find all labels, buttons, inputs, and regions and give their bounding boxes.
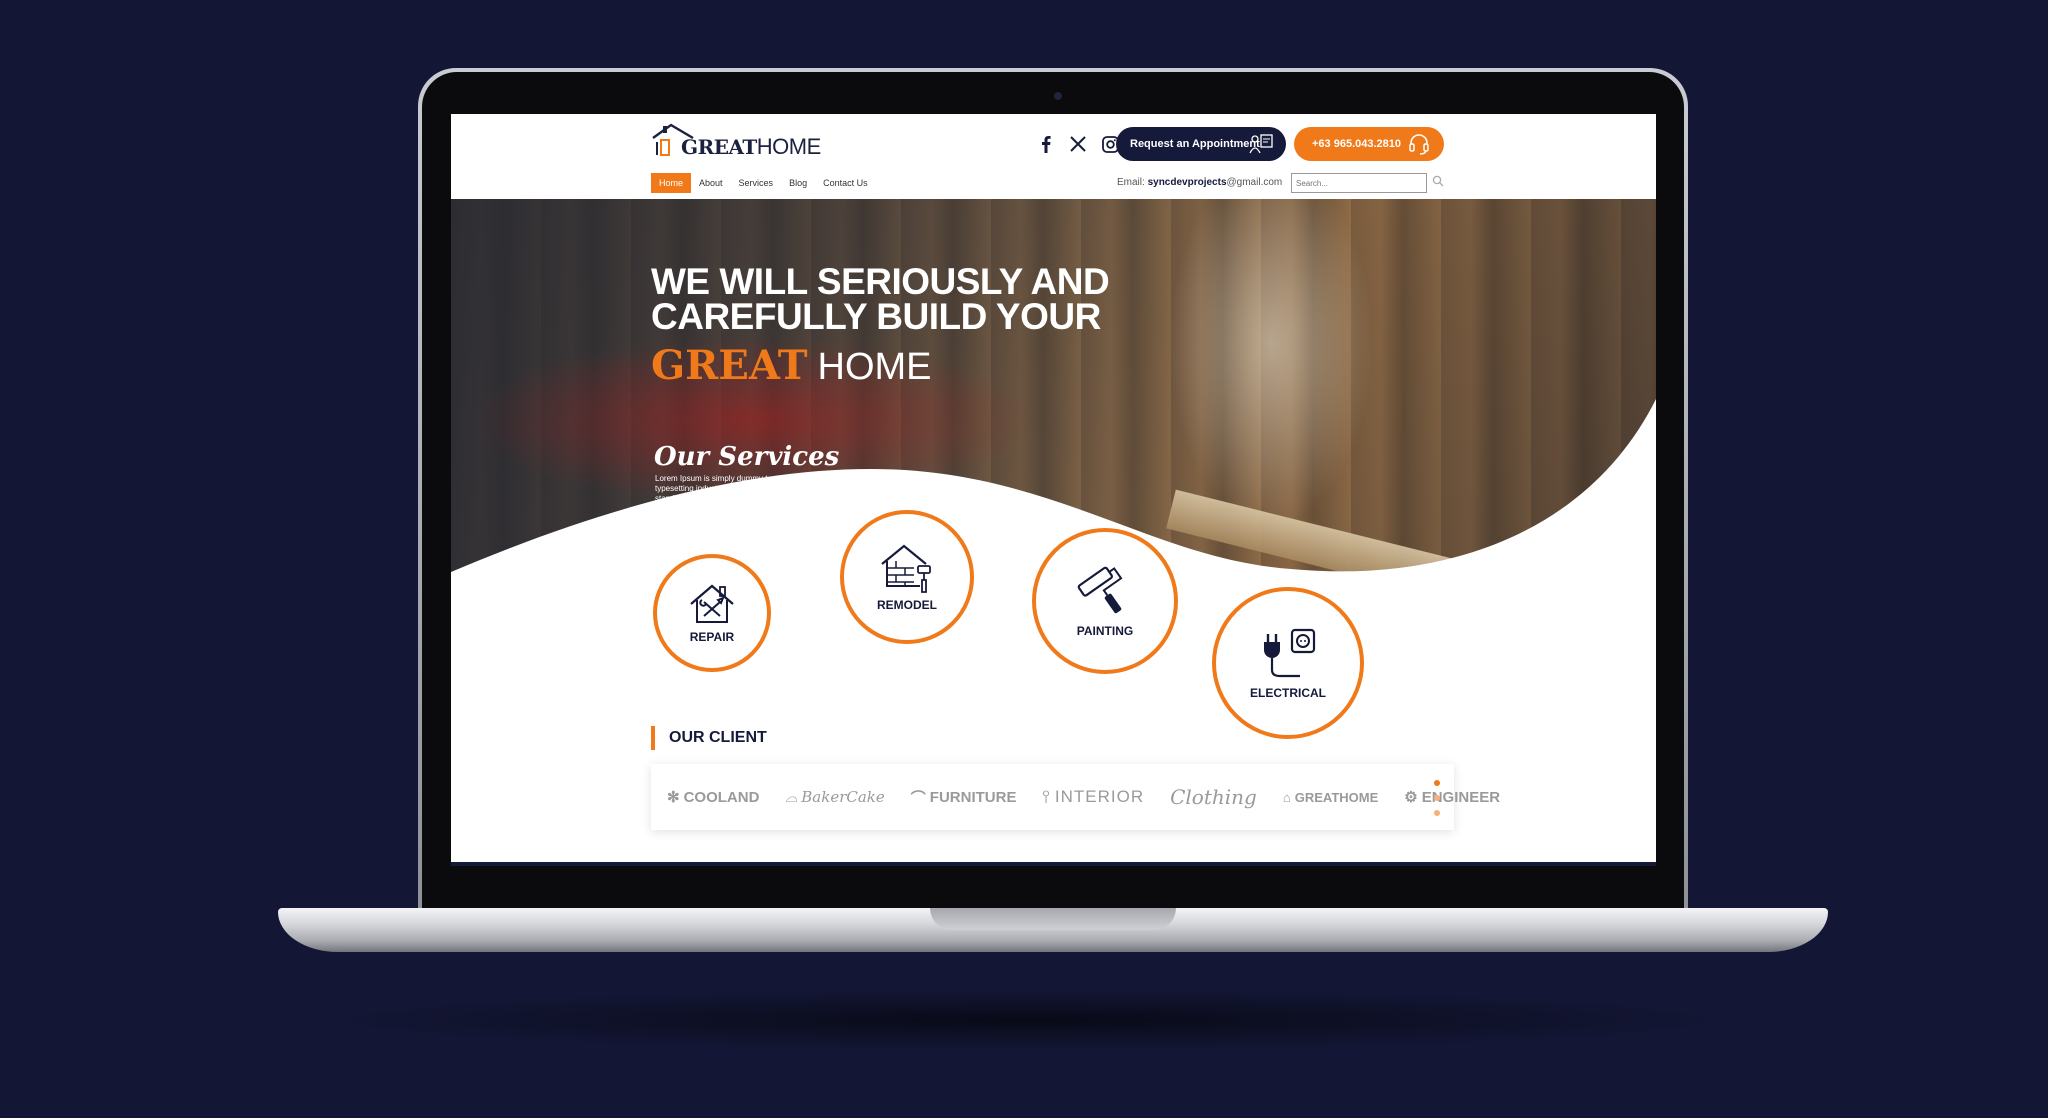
service-painting[interactable]: PAINTING [1032, 528, 1178, 674]
headset-icon [1409, 134, 1429, 155]
house-tools-icon [690, 584, 734, 623]
laptop-notch [930, 908, 1176, 930]
carousel-dot-2[interactable] [1434, 795, 1440, 801]
logo-home: HOME [756, 134, 822, 159]
camera-icon [1054, 92, 1062, 100]
service-electrical[interactable]: ELECTRICAL [1212, 587, 1364, 739]
x-icon[interactable] [1068, 134, 1088, 154]
hero-brand-home: HOME [817, 346, 932, 388]
house-logo-icon: ⌂ [1282, 789, 1291, 805]
client-logo-bakercake[interactable]: ⌓ BakerCake [785, 788, 884, 806]
client-logo-cooland-text: COOLAND [683, 788, 760, 806]
laptop-base [278, 908, 1828, 952]
chair-icon: ⌒ [910, 789, 926, 807]
hero-brand: GREAT HOME [651, 342, 932, 389]
facebook-icon[interactable] [1036, 134, 1056, 154]
nav-item-home[interactable]: Home [651, 173, 692, 193]
laptop-shadow [330, 990, 1730, 1050]
phone-button[interactable]: +63 965.043.2810 [1294, 127, 1444, 161]
client-logo-cooland[interactable]: ✻ COOLAND [667, 788, 760, 807]
service-repair-label: REPAIR [689, 630, 735, 644]
hero-line-1: WE WILL SERIOUSLY AND [651, 261, 1110, 302]
service-remodel-label: REMODEL [877, 598, 937, 612]
footer-edge [451, 862, 1656, 866]
request-appointment-button[interactable]: Request an Appointment [1116, 127, 1286, 161]
search-icon[interactable] [1432, 175, 1444, 187]
client-logo-engineer[interactable]: ⚙ ENGINEER [1404, 788, 1500, 807]
logo-wordmark: GREATHOME [681, 134, 821, 160]
website-screen: GREATHOME Request an Appointment +63 965… [451, 114, 1656, 866]
plug-outlet-icon [1264, 628, 1316, 678]
hero-headline: WE WILL SERIOUSLY AND CAREFULLY BUILD YO… [651, 261, 1110, 337]
service-electrical-label: ELECTRICAL [1250, 686, 1326, 700]
site-header: GREATHOME Request an Appointment +63 965… [451, 114, 1656, 199]
hero-line-2: CAREFULLY BUILD YOUR [651, 296, 1101, 337]
lamp-icon: ⫯ [1042, 787, 1051, 806]
services-title: Our Services [654, 442, 840, 472]
service-repair[interactable]: REPAIR [653, 554, 771, 672]
service-painting-label: PAINTING [1076, 624, 1134, 638]
main-nav: Home About Services Blog Contact Us [651, 173, 876, 193]
snowflake-icon: ✻ [667, 789, 680, 806]
clients-heading: OUR CLIENT [651, 726, 767, 750]
clients-carousel: ✻ COOLAND ⌓ BakerCake ⌒ FURNITURE ⫯ INTERIOR… [651, 764, 1500, 830]
carousel-pagination [1434, 780, 1440, 816]
nav-item-blog[interactable]: Blog [781, 173, 815, 193]
client-logo-clothing-text: Clothing [1170, 785, 1257, 809]
carousel-dot-3[interactable] [1434, 810, 1440, 816]
clients-title: OUR CLIENT [669, 729, 767, 746]
social-links [1036, 134, 1120, 154]
hero-brand-great: GREAT [651, 342, 808, 389]
email-domain: @gmail.com [1226, 177, 1283, 188]
nav-item-services[interactable]: Services [731, 173, 782, 193]
appointment-label: Request an Appointment [1130, 138, 1260, 150]
client-logo-greathome[interactable]: ⌂ GREATHOME [1283, 790, 1378, 805]
paint-roller-icon [1077, 566, 1123, 614]
client-logo-furniture[interactable]: ⌒ FURNITURE [911, 787, 1017, 808]
header-email: Email: syncdevprojects@gmail.com [1117, 177, 1282, 188]
client-logo-greathome-text: GREATHOME [1294, 789, 1379, 805]
email-label: Email: [1117, 177, 1145, 188]
nav-item-contact[interactable]: Contact Us [815, 173, 876, 193]
client-logo-interior[interactable]: ⫯ INTERIOR [1042, 787, 1144, 807]
nav-item-about[interactable]: About [691, 173, 731, 193]
consultation-icon [1249, 134, 1273, 154]
search-input[interactable] [1291, 173, 1427, 193]
logo-great: GREAT [681, 135, 757, 159]
client-logo-bakercake-text: BakerCake [801, 788, 885, 806]
carousel-dot-1[interactable] [1434, 780, 1440, 786]
clients-accent-bar [651, 726, 655, 750]
client-logo-interior-text: INTERIOR [1054, 787, 1145, 806]
email-user[interactable]: syncdevprojects [1148, 177, 1227, 188]
client-logo-clothing[interactable]: Clothing [1170, 785, 1257, 809]
phone-label: +63 965.043.2810 [1312, 138, 1402, 150]
brick-house-icon [881, 544, 931, 593]
services-description: Lorem Ipsum is simply dummy text of the … [655, 474, 859, 503]
client-logo-furniture-text: FURNITURE [929, 788, 1017, 806]
cake-icon: ⌓ [785, 788, 798, 806]
gear-icon: ⚙ [1404, 789, 1418, 806]
service-remodel[interactable]: REMODEL [840, 510, 974, 644]
